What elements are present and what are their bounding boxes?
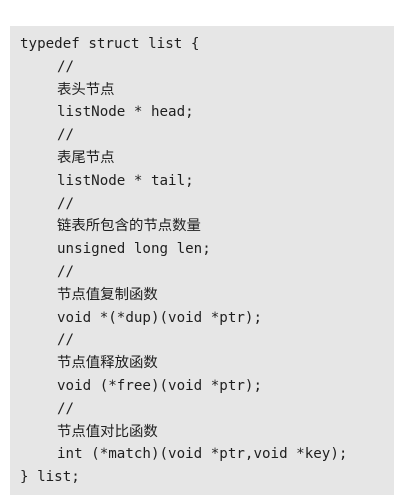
code-line-comment-len: 链表所包含的节点数量: [57, 218, 201, 235]
code-line-comment-free: 节点值释放函数: [57, 355, 158, 372]
code-block: typedef struct list { // 表头节点 listNode *…: [10, 26, 394, 495]
code-line-comment-marker: //: [57, 332, 75, 349]
code-line-comment-marker: //: [57, 195, 75, 212]
code-line-dup-field: void *(*dup)(void *ptr);: [57, 309, 262, 326]
code-line-comment-marker: //: [57, 400, 75, 417]
code-line-struct-close: } list;: [20, 469, 80, 486]
code-line-comment-marker: //: [57, 263, 75, 280]
page: typedef struct list { // 表头节点 listNode *…: [0, 0, 402, 504]
code-line-comment-dup: 节点值复制函数: [57, 286, 158, 303]
code-line-tail-field: listNode * tail;: [57, 172, 194, 189]
code-line-struct-open: typedef struct list {: [20, 36, 200, 52]
code-line-comment-marker: //: [57, 127, 75, 144]
code-line-comment-marker: //: [57, 58, 75, 75]
code-line-match-field: int (*match)(void *ptr,void *key);: [57, 446, 348, 463]
code-line-free-field: void (*free)(void *ptr);: [57, 377, 262, 394]
code-line-comment-match: 节点值对比函数: [57, 423, 158, 440]
code-line-comment-tail: 表尾节点: [57, 149, 115, 166]
code-line-len-field: unsigned long len;: [57, 241, 211, 258]
code-line-comment-head: 表头节点: [57, 81, 115, 98]
code-line-head-field: listNode * head;: [57, 104, 194, 121]
